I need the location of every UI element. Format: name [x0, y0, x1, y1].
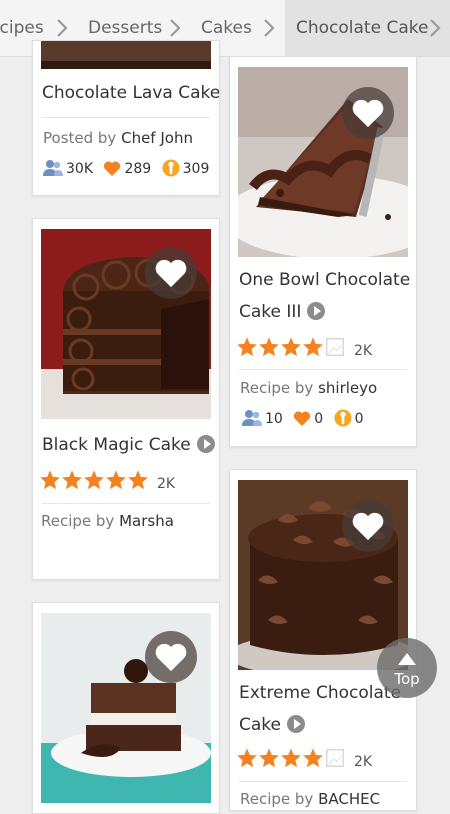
favorite-button[interactable]	[145, 247, 197, 299]
author-link[interactable]: shirleyo	[318, 379, 377, 397]
divider	[239, 369, 407, 370]
heart-icon	[155, 259, 187, 288]
favorite-button[interactable]	[342, 87, 394, 139]
star-filled-icon	[128, 470, 148, 490]
heart-icon	[352, 99, 384, 128]
author-link[interactable]: Chef John	[121, 129, 193, 147]
recipe-title[interactable]: One Bowl Chocolate	[239, 264, 410, 296]
star-filled-icon	[40, 470, 60, 490]
favorites-count: 0	[314, 411, 324, 427]
scroll-to-top-button[interactable]: Top	[377, 638, 437, 698]
video-play-icon[interactable]	[287, 715, 305, 733]
recipe-byline: Recipe by BACHEC	[240, 790, 380, 808]
scroll-to-top-label: Top	[394, 670, 420, 688]
followers-stat: 30K	[43, 158, 93, 180]
star-filled-icon	[259, 337, 279, 357]
rating-stars: 2K	[236, 336, 373, 359]
star-filled-icon	[303, 748, 323, 768]
chevron-right-icon	[168, 18, 182, 38]
made-it-icon	[162, 159, 180, 177]
chevron-right-icon	[55, 18, 69, 38]
followers-count: 30K	[66, 161, 93, 177]
byline-prefix: Recipe by	[240, 790, 314, 808]
favorite-button[interactable]	[145, 631, 197, 683]
rating-stars: 2K	[236, 747, 373, 770]
divider	[42, 117, 210, 118]
recipe-photo[interactable]	[41, 41, 211, 69]
chevron-right-icon	[262, 18, 276, 38]
heart-icon	[294, 411, 311, 426]
recipe-card-black-magic-cake[interactable]: Black Magic Cake 2K Recipe by Marsha	[32, 218, 220, 580]
star-filled-icon	[237, 748, 257, 768]
star-empty-icon	[326, 749, 344, 767]
favorites-stat: 289	[103, 158, 151, 180]
recipe-card-one-bowl-chocolate-cake[interactable]: One Bowl Chocolate Cake III 2K Recipe by…	[229, 56, 417, 447]
recipe-card-extreme-chocolate-cake[interactable]: Extreme Chocolate Cake 2K Recipe by BACH…	[229, 469, 417, 811]
breadcrumb-item-chocolate-cake[interactable]: Chocolate Cake	[285, 0, 450, 56]
recipe-byline: Recipe by shirleyo	[240, 379, 377, 397]
made-it-icon	[334, 409, 352, 427]
made-it-stat: 0	[334, 408, 364, 430]
heart-icon	[155, 643, 187, 672]
star-filled-icon	[281, 748, 301, 768]
byline-prefix: Recipe by	[41, 512, 115, 530]
rating-stars: 2K	[39, 469, 176, 492]
recipe-card-layered-cake[interactable]	[32, 602, 220, 814]
rating-count: 2K	[354, 343, 373, 359]
recipe-title[interactable]: Chocolate Lava Cake	[42, 77, 219, 109]
heart-icon	[104, 161, 121, 176]
arrow-up-icon	[398, 653, 416, 665]
favorite-button[interactable]	[342, 500, 394, 552]
byline-prefix: Recipe by	[240, 379, 314, 397]
author-link[interactable]: Marsha	[119, 512, 174, 530]
star-filled-icon	[237, 337, 257, 357]
followers-count: 10	[265, 411, 283, 427]
recipe-title-continued[interactable]: Cake	[239, 709, 305, 741]
star-filled-icon	[303, 337, 323, 357]
recipe-stats: 30K 289 309	[43, 158, 215, 180]
star-filled-icon	[84, 470, 104, 490]
favorites-stat: 0	[293, 408, 323, 430]
heart-icon	[352, 512, 384, 541]
video-play-icon[interactable]	[196, 435, 215, 453]
byline-prefix: Posted by	[43, 129, 117, 147]
recipe-byline: Posted by Chef John	[43, 129, 193, 147]
star-empty-icon	[326, 338, 344, 356]
recipe-stats: 10 0 0	[242, 408, 370, 430]
recipe-title-text: Black Magic Cake	[42, 435, 191, 455]
followers-icon	[43, 160, 63, 176]
divider	[239, 781, 407, 782]
video-play-icon[interactable]	[307, 302, 326, 320]
favorites-count: 289	[124, 161, 152, 177]
divider	[42, 503, 210, 504]
made-it-count: 309	[182, 161, 210, 177]
star-filled-icon	[259, 748, 279, 768]
recipe-card-chocolate-lava-cake[interactable]: Chocolate Lava Cake Posted by Chef John …	[32, 40, 220, 196]
star-filled-icon	[281, 337, 301, 357]
recipe-title[interactable]: Black Magic Cake	[42, 429, 215, 461]
followers-stat: 10	[242, 408, 283, 430]
star-filled-icon	[62, 470, 82, 490]
author-link[interactable]: BACHEC	[318, 790, 380, 808]
chevron-right-icon	[428, 18, 442, 38]
made-it-count: 0	[354, 411, 364, 427]
rating-count: 2K	[157, 476, 176, 492]
star-filled-icon	[106, 470, 126, 490]
made-it-stat: 309	[162, 158, 210, 180]
followers-icon	[242, 410, 262, 426]
recipe-title-line-2: Cake III	[239, 302, 302, 322]
recipe-title-continued[interactable]: Cake III	[239, 296, 326, 328]
recipe-title-line-2: Cake	[239, 715, 281, 735]
recipe-byline: Recipe by Marsha	[41, 512, 174, 530]
rating-count: 2K	[354, 754, 373, 770]
recipe-title-line-1: One Bowl Chocolate	[239, 270, 411, 290]
